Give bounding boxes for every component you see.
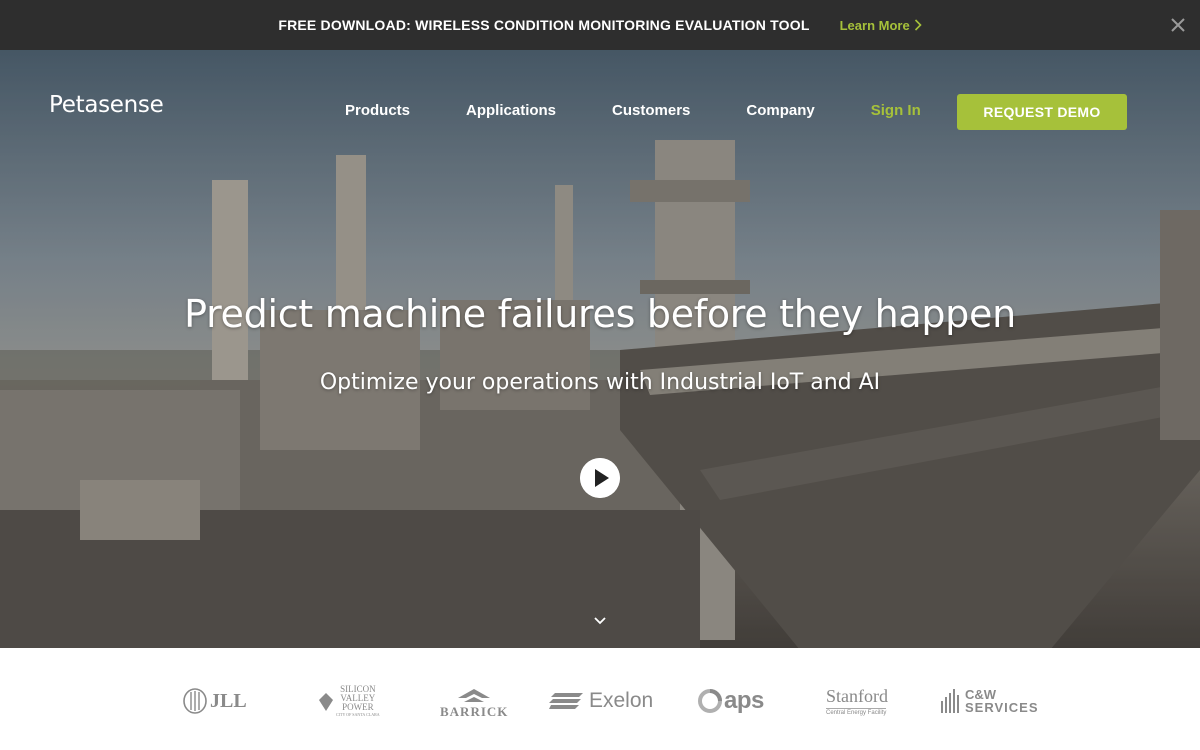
logo-aps: aps	[698, 687, 764, 715]
logo-exelon: Exelon	[549, 689, 653, 713]
nav-item-company[interactable]: Company	[746, 102, 814, 119]
learn-more-label: Learn More	[839, 17, 910, 33]
nav-item-customers[interactable]: Customers	[612, 102, 690, 119]
logo-cw-line2: SERVICES	[965, 700, 1039, 715]
logo-jll: JLL	[183, 688, 247, 714]
logo-svp-small: CITY OF SANTA CLARA	[336, 712, 380, 717]
announcement-bar: FREE DOWNLOAD: WIRELESS CONDITION MONITO…	[0, 0, 1200, 50]
logo-stanford-small: Central Energy Facility	[826, 708, 887, 716]
logo-jll-text: JLL	[210, 689, 247, 712]
aps-mark-icon	[698, 689, 722, 713]
sign-in-link[interactable]: Sign In	[871, 102, 921, 119]
learn-more-link[interactable]: Learn More	[840, 18, 922, 33]
play-icon[interactable]	[580, 458, 620, 498]
logo-svp-line3: POWER	[342, 702, 374, 712]
nav-item-applications[interactable]: Applications	[466, 102, 556, 119]
close-icon[interactable]	[1166, 13, 1190, 37]
announcement-text: FREE DOWNLOAD: WIRELESS CONDITION MONITO…	[278, 17, 810, 33]
logo-barrick: BARRICK	[440, 686, 508, 720]
logo-cw-services: C&W SERVICES	[941, 688, 1039, 714]
hero-section: Petasense Products Applications Customer…	[0, 50, 1200, 648]
main-nav: Products Applications Customers Company …	[345, 102, 977, 119]
logo-stanford-text: Stanford	[826, 686, 888, 706]
exelon-mark-icon	[549, 693, 583, 709]
chevron-right-icon	[914, 19, 922, 31]
request-demo-button[interactable]: REQUEST DEMO	[957, 94, 1127, 130]
cw-bars-icon	[941, 689, 959, 713]
logo-exelon-text: Exelon	[589, 689, 654, 712]
logo-barrick-text: BARRICK	[440, 704, 509, 719]
client-logo-strip: JLL SILICON VALLEY POWER CITY OF SANTA C…	[0, 648, 1200, 750]
hero-subheadline: Optimize your operations with Industrial…	[319, 370, 881, 395]
nav-item-products[interactable]: Products	[345, 102, 410, 119]
logo-aps-text: aps	[724, 687, 764, 714]
svp-mark-icon	[319, 692, 333, 711]
barrick-mark-icon	[458, 689, 491, 702]
hero-overlay	[0, 50, 1200, 648]
logo-stanford: Stanford Central Energy Facility	[826, 686, 888, 716]
chevron-down-icon[interactable]	[592, 615, 608, 627]
petasense-logo[interactable]: Petasense	[49, 92, 164, 118]
jll-mark-icon	[183, 688, 207, 714]
hero-headline: Predict machine failures before they hap…	[184, 292, 1016, 336]
logo-silicon-valley-power: SILICON VALLEY POWER CITY OF SANTA CLARA	[318, 685, 380, 718]
